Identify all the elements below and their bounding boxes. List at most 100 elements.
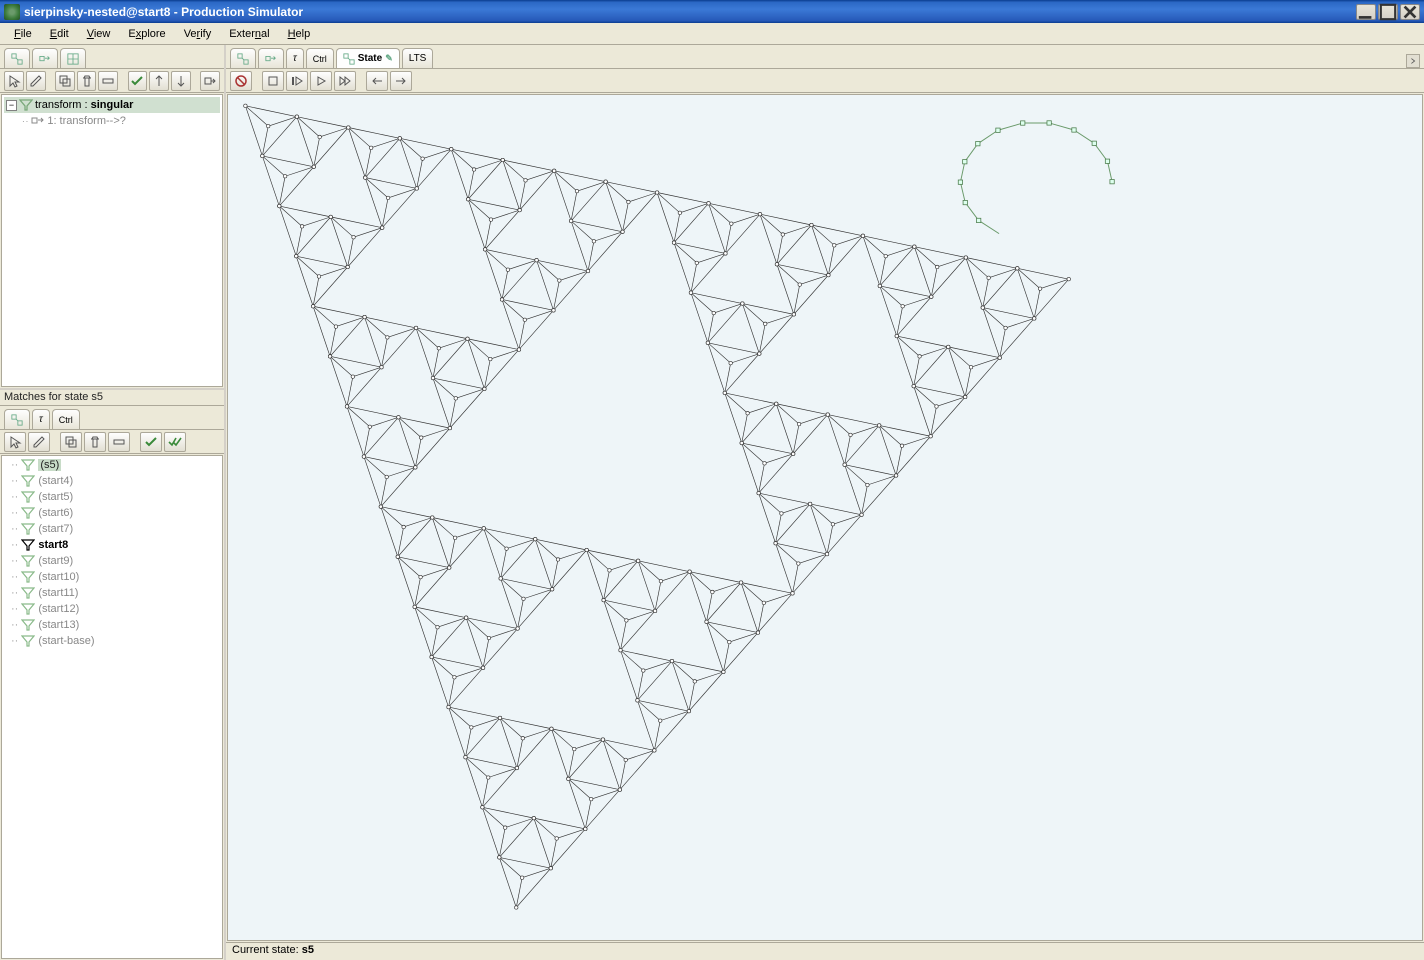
state-row[interactable]: ··(start12) [3, 601, 221, 617]
funnel-icon [21, 539, 35, 551]
menu-external[interactable]: External [221, 26, 277, 42]
select-mode-button[interactable] [4, 432, 26, 452]
no-match-button[interactable] [230, 71, 252, 91]
main-tabstrip: τ Ctrl State ✎ LTS [226, 45, 1424, 69]
rule-item-icon [31, 115, 45, 127]
funnel-icon [21, 459, 35, 471]
accept-button[interactable] [140, 432, 162, 452]
delete-button[interactable] [84, 432, 106, 452]
menu-help[interactable]: Help [280, 26, 319, 42]
tree-root-label: transform : singular [35, 99, 133, 111]
main-tab-ctrl[interactable]: Ctrl [306, 48, 334, 68]
tree-line-icon: ·· [11, 491, 18, 503]
menu-view[interactable]: View [79, 26, 119, 42]
up-button[interactable] [149, 71, 169, 91]
funnel-icon [21, 555, 35, 567]
rename-button[interactable] [108, 432, 130, 452]
close-button[interactable] [1400, 4, 1420, 20]
matches-label: Matches for state s5 [0, 390, 224, 406]
select-mode-button[interactable] [4, 71, 24, 91]
pin-icon: ✎ [385, 53, 393, 64]
rules-tab-1[interactable] [4, 48, 30, 68]
fast-forward-button[interactable] [334, 71, 356, 91]
state-row[interactable]: ··(start-base) [3, 633, 221, 649]
funnel-icon [21, 571, 35, 583]
graph-canvas[interactable] [227, 94, 1423, 941]
tree-line-icon: ·· [11, 539, 18, 551]
state-row[interactable]: ··(start13) [3, 617, 221, 633]
back-button[interactable] [366, 71, 388, 91]
main-tab-state[interactable]: State ✎ [336, 48, 400, 68]
state-label: (start10) [38, 571, 79, 583]
state-label: (start5) [38, 491, 73, 503]
tree-line-icon: ·· [11, 523, 18, 535]
rules-tab-3[interactable] [60, 48, 86, 68]
main-tab-2[interactable] [258, 48, 284, 68]
funnel-icon [19, 99, 33, 111]
edit-mode-button[interactable] [28, 432, 50, 452]
main-tab-tau[interactable]: τ [286, 48, 304, 68]
rename-button[interactable] [98, 71, 118, 91]
grid-icon [67, 53, 79, 65]
minimize-button[interactable] [1356, 4, 1376, 20]
left-column: − transform : singular ·· 1: transform--… [0, 45, 226, 960]
run-button[interactable] [200, 71, 220, 91]
state-label: start8 [38, 539, 68, 551]
menu-verify[interactable]: Verify [176, 26, 220, 42]
states-tab-1[interactable] [4, 409, 30, 429]
funnel-icon [21, 523, 35, 535]
menu-edit[interactable]: Edit [42, 26, 77, 42]
menu-file[interactable]: File [6, 26, 40, 42]
collapse-icon[interactable]: − [6, 100, 17, 111]
state-row[interactable]: ··(start7) [3, 521, 221, 537]
state-label: (start9) [38, 555, 73, 567]
tree-line-icon: ·· [22, 117, 29, 126]
sierpinski-graph [228, 95, 1422, 940]
play-button[interactable] [310, 71, 332, 91]
host-graph-icon [237, 53, 249, 65]
forward-button[interactable] [390, 71, 412, 91]
step-button[interactable] [286, 71, 308, 91]
copy-button[interactable] [60, 432, 82, 452]
delete-button[interactable] [77, 71, 97, 91]
state-row[interactable]: ··(start4) [3, 473, 221, 489]
status-value: s5 [302, 944, 314, 956]
copy-button[interactable] [55, 71, 75, 91]
maximize-button[interactable] [1378, 4, 1398, 20]
accept-all-button[interactable] [164, 432, 186, 452]
stop-button[interactable] [262, 71, 284, 91]
state-label: (start-base) [38, 635, 94, 647]
states-tab-2[interactable]: τ [32, 409, 50, 429]
down-button[interactable] [171, 71, 191, 91]
state-row[interactable]: ··(start6) [3, 505, 221, 521]
state-row[interactable]: ·· (start5) [3, 489, 221, 505]
tab-lts-label: LTS [409, 53, 427, 64]
state-row[interactable]: ··(start11) [3, 585, 221, 601]
state-row[interactable]: ·· start8 [3, 537, 221, 553]
edit-mode-button[interactable] [26, 71, 46, 91]
rules-tree[interactable]: − transform : singular ·· 1: transform--… [1, 94, 223, 387]
state-row[interactable]: ··(start9) [3, 553, 221, 569]
funnel-icon [21, 587, 35, 599]
menu-explore[interactable]: Explore [120, 26, 173, 42]
states-tab-3[interactable]: Ctrl [52, 409, 80, 429]
tab-scroll-right-icon[interactable] [1406, 54, 1420, 68]
state-row[interactable]: ··(start10) [3, 569, 221, 585]
tree-line-icon: ·· [11, 603, 18, 615]
main-toolbar [226, 69, 1424, 93]
accept-button[interactable] [128, 71, 148, 91]
main-tab-1[interactable] [230, 48, 256, 68]
state-icon [343, 53, 355, 65]
main-tab-lts[interactable]: LTS [402, 48, 434, 68]
right-column: τ Ctrl State ✎ LTS Current st [226, 45, 1424, 960]
funnel-icon [21, 619, 35, 631]
state-list[interactable]: ··(s5)··(start4)··(start5)··(start6)··(s… [1, 455, 223, 959]
tree-child-label: 1: transform-->? [47, 115, 126, 127]
state-label: (s5) [38, 459, 61, 471]
tree-child[interactable]: ·· 1: transform-->? [4, 113, 220, 129]
window-buttons [1356, 4, 1420, 20]
tree-root[interactable]: − transform : singular [4, 97, 220, 113]
state-row[interactable]: ··(s5) [3, 457, 221, 473]
rules-tab-2[interactable] [32, 48, 58, 68]
content: − transform : singular ·· 1: transform--… [0, 45, 1424, 960]
